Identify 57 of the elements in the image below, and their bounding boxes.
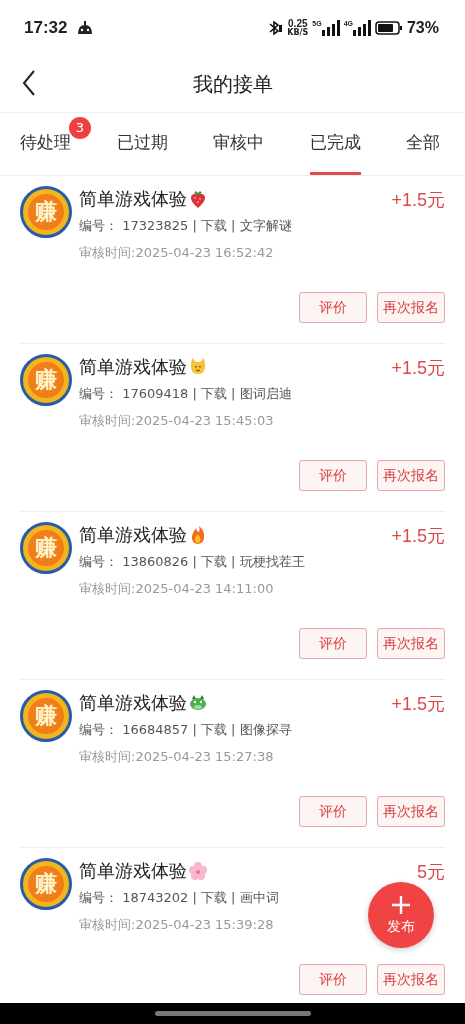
task-title: 简单游戏体验 <box>79 523 187 547</box>
review-button[interactable]: 评价 <box>299 292 367 323</box>
reward-amount: +1.5元 <box>391 189 445 212</box>
strawberry-icon <box>188 189 208 209</box>
task-info: 编号： 13860826 | 下载 | 玩梗找茬王 <box>79 553 305 571</box>
clock-time: 17:32 <box>24 18 68 38</box>
review-time: 审核时间:2025-04-23 15:45:03 <box>79 412 274 430</box>
tab[interactable]: 全部 <box>406 113 440 175</box>
task-info: 编号： 18743202 | 下载 | 画中词 <box>79 889 279 907</box>
battery-percent: 73% <box>406 19 439 37</box>
task-info: 编号： 16684857 | 下载 | 图像探寻 <box>79 721 292 739</box>
page-title: 我的接单 <box>192 70 273 98</box>
reapply-button[interactable]: 再次报名 <box>377 628 445 659</box>
reward-amount: +1.5元 <box>391 357 445 380</box>
publish-button[interactable]: 发布 <box>368 882 434 948</box>
task-info: 编号： 17323825 | 下载 | 文字解谜 <box>79 217 292 235</box>
task-title: 简单游戏体验 <box>79 187 187 211</box>
reapply-button[interactable]: 再次报名 <box>377 964 445 995</box>
logo-text: 赚 <box>28 698 64 734</box>
review-button[interactable]: 评价 <box>299 964 367 995</box>
reapply-button[interactable]: 再次报名 <box>377 796 445 827</box>
count-badge: 3 <box>69 117 91 139</box>
reward-amount: +1.5元 <box>391 525 445 548</box>
back-button[interactable] <box>22 70 36 96</box>
tab[interactable]: 已过期 <box>116 113 168 175</box>
flower-icon <box>188 861 208 881</box>
review-button[interactable]: 评价 <box>299 796 367 827</box>
plus-icon <box>391 894 411 915</box>
reapply-button[interactable]: 再次报名 <box>377 460 445 491</box>
task-title: 简单游戏体验 <box>79 355 187 379</box>
signal-icon <box>352 20 371 36</box>
battery-icon <box>374 20 403 36</box>
reapply-button[interactable]: 再次报名 <box>377 292 445 323</box>
review-time: 审核时间:2025-04-23 15:39:28 <box>79 916 274 934</box>
tab[interactable]: 审核中 <box>213 113 264 175</box>
review-button[interactable]: 评价 <box>299 460 367 491</box>
logo-text: 赚 <box>28 866 64 902</box>
logo-text: 赚 <box>28 194 64 230</box>
cat-face-icon <box>188 357 208 377</box>
reward-amount: 5元 <box>417 861 445 884</box>
network-speed: 0.25 <box>288 19 308 29</box>
bluetooth-icon <box>267 20 284 36</box>
review-time: 审核时间:2025-04-23 15:27:38 <box>79 748 274 766</box>
logo-text: 赚 <box>28 362 64 398</box>
review-button[interactable]: 评价 <box>299 628 367 659</box>
task-title: 简单游戏体验 <box>79 859 187 883</box>
speed-unit: KB/S <box>287 29 309 37</box>
task-info: 编号： 17609418 | 下载 | 图词启迪 <box>79 385 292 403</box>
review-time: 审核时间:2025-04-23 14:11:00 <box>79 580 274 598</box>
signal-icon <box>321 20 340 36</box>
tab[interactable]: 已完成 <box>309 113 361 175</box>
review-time: 审核时间:2025-04-23 16:52:42 <box>79 244 274 262</box>
task-title: 简单游戏体验 <box>79 691 187 715</box>
reward-amount: +1.5元 <box>391 693 445 716</box>
dragon-face-icon <box>188 693 208 713</box>
tab[interactable]: 待处理 3 <box>20 113 91 175</box>
logo-text: 赚 <box>28 530 64 566</box>
